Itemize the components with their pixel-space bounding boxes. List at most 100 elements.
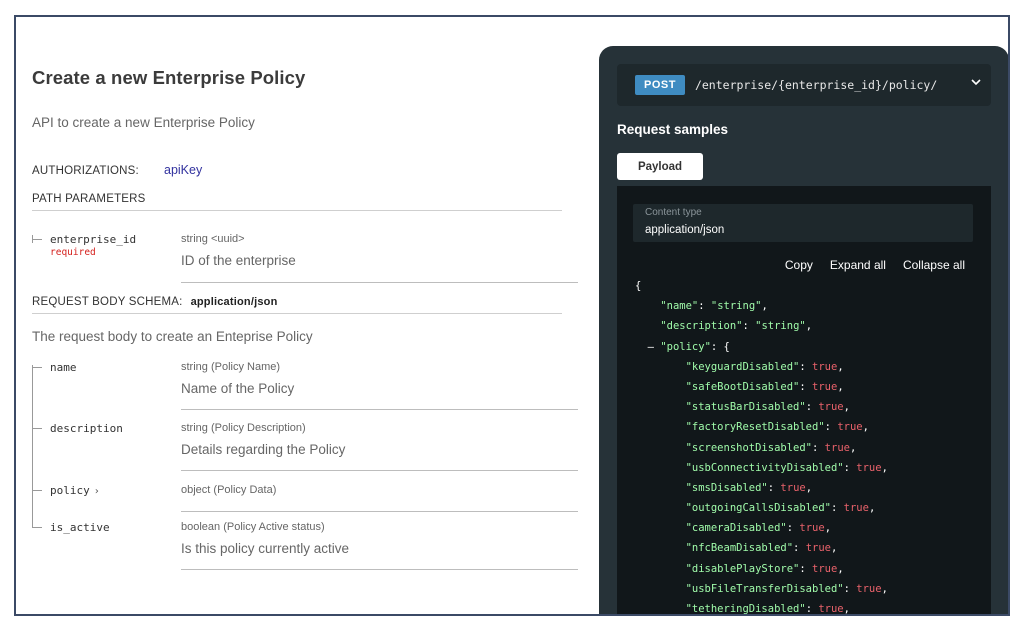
json-value: "string" (710, 300, 762, 313)
json-value: "string" (755, 320, 806, 333)
body-schema-label: REQUEST BODY SCHEMA: (32, 296, 183, 308)
endpoint-bar[interactable]: POST /enterprise/{enterprise_id}/policy/ (617, 64, 991, 106)
param-type: string (Policy Name) (181, 361, 281, 373)
path-params-heading: PATH PARAMETERS (32, 193, 146, 205)
json-key: "outgoingCallsDisabled" (685, 502, 831, 515)
endpoint-path: /enterprise/{enterprise_id}/policy/ (694, 78, 938, 92)
param-name: enterprise_id (50, 233, 137, 246)
code-line: "usbConnectivityDisabled": true, (685, 461, 888, 474)
request-samples-panel: POST /enterprise/{enterprise_id}/policy/… (599, 46, 1008, 615)
json-key: "cameraDisabled" (685, 522, 787, 535)
body-schema-type: application/json (190, 296, 278, 308)
code-line: "statusBarDisabled": true, (685, 401, 850, 414)
json-key: "safeBootDisabled" (685, 380, 800, 393)
code-line: { (635, 276, 888, 296)
code-line: "screenshotDisabled": true, (685, 441, 857, 454)
json-code: { "name": "string", "description": "stri… (635, 276, 888, 615)
param-type: string (Policy Description) (181, 422, 306, 434)
expand-all-button[interactable]: Expand all (830, 258, 886, 272)
param-name: description (50, 422, 123, 435)
request-samples-title: Request samples (617, 122, 729, 137)
json-value: true (812, 562, 838, 575)
code-line: "outgoingCallsDisabled": true, (685, 502, 876, 515)
json-value: true (812, 380, 838, 393)
json-key: "smsDisabled" (685, 481, 768, 494)
param-name-text: policy (50, 484, 90, 497)
param-name: is_active (50, 521, 110, 534)
tree-connector (32, 235, 33, 243)
authorizations-label: AUTHORIZATIONS: (32, 165, 139, 177)
json-key: "nfcBeamDisabled" (685, 542, 794, 555)
param-description-row: description string (Policy Description) … (32, 422, 562, 472)
code-line: "description": "string", (660, 320, 813, 333)
json-value: true (799, 522, 825, 535)
divider (181, 511, 578, 512)
param-name-row: name string (Policy Name) Name of the Po… (32, 361, 562, 411)
json-value: true (780, 481, 806, 494)
divider (32, 210, 562, 211)
param-enterprise-id: enterprise_id required string <uuid> ID … (32, 233, 562, 285)
json-value: true (818, 603, 844, 615)
chevron-right-icon[interactable]: › (94, 486, 100, 497)
page-frame: Create a new Enterprise Policy API to cr… (14, 15, 1010, 616)
json-value: true (824, 441, 850, 454)
json-key: "name" (660, 300, 699, 313)
param-description: Name of the Policy (181, 381, 295, 396)
json-value: true (856, 582, 882, 595)
divider (32, 313, 562, 314)
code-line: "smsDisabled": true, (685, 481, 813, 494)
param-description: Is this policy currently active (181, 541, 350, 556)
param-policy-row[interactable]: policy › object (Policy Data) (32, 484, 562, 514)
tree-connector (32, 239, 42, 240)
body-description: The request body to create an Enteprise … (32, 329, 313, 344)
collapse-toggle[interactable]: – (648, 341, 654, 353)
collapse-all-button[interactable]: Collapse all (903, 258, 965, 272)
json-brace: { (635, 280, 642, 292)
json-key: "description" (660, 320, 743, 333)
json-value: true (805, 542, 831, 555)
body-schema-heading: REQUEST BODY SCHEMA: application/json (32, 296, 278, 308)
param-description: ID of the enterprise (181, 253, 296, 268)
divider (181, 282, 578, 283)
json-key: "screenshotDisabled" (685, 441, 813, 454)
param-description: Details regarding the Policy (181, 442, 346, 457)
tab-payload[interactable]: Payload (617, 153, 703, 180)
json-key: "disablePlayStore" (685, 562, 800, 575)
content-type-select[interactable]: Content type application/json (633, 204, 973, 242)
code-line: "disablePlayStore": true, (685, 562, 844, 575)
json-brace: { (723, 340, 730, 353)
code-line: "keyguardDisabled": true, (685, 360, 844, 373)
tree-connector (32, 490, 42, 491)
chevron-down-icon[interactable] (971, 77, 981, 87)
divider (181, 569, 578, 570)
code-line: "name": "string", (660, 300, 768, 313)
required-label: required (50, 247, 96, 258)
json-value: true (818, 401, 844, 414)
json-value: true (843, 502, 869, 515)
code-sample: Content type application/json Copy Expan… (617, 186, 991, 615)
content-type-label: Content type (645, 207, 702, 218)
copy-button[interactable]: Copy (785, 258, 813, 272)
json-key: "factoryResetDisabled" (685, 421, 825, 434)
page-title: Create a new Enterprise Policy (32, 67, 306, 88)
page-description: API to create a new Enterprise Policy (32, 115, 255, 130)
code-line: "nfcBeamDisabled": true, (685, 542, 838, 555)
docs-panel: Create a new Enterprise Policy API to cr… (16, 17, 596, 614)
json-value: true (837, 421, 863, 434)
divider (181, 470, 578, 471)
code-line: "usbFileTransferDisabled": true, (685, 582, 888, 595)
param-is-active-row: is_active boolean (Policy Active status)… (32, 521, 562, 571)
divider (181, 409, 578, 410)
param-type: boolean (Policy Active status) (181, 521, 325, 533)
code-line: "factoryResetDisabled": true, (685, 421, 869, 434)
json-value: true (812, 360, 838, 373)
json-value: true (856, 461, 882, 474)
json-key: "policy" (660, 340, 711, 353)
authorizations-value[interactable]: apiKey (164, 163, 202, 177)
param-name[interactable]: policy › (50, 484, 100, 497)
tree-connector (32, 428, 42, 429)
code-line: "tetheringDisabled": true, (685, 603, 850, 615)
tree-connector (32, 367, 42, 368)
policy-flags: "keyguardDisabled": true, "safeBootDisab… (635, 357, 888, 615)
code-line: "cameraDisabled": true, (685, 522, 832, 535)
